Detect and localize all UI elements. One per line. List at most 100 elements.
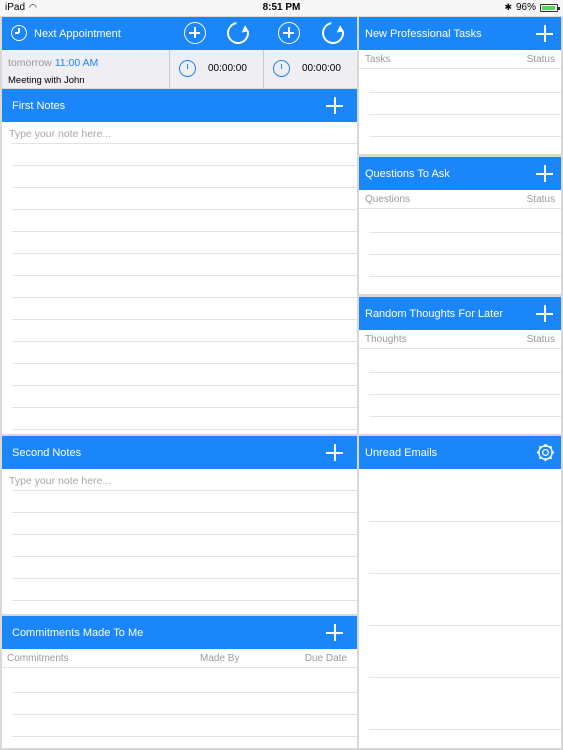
add-question-button[interactable] (536, 165, 553, 182)
questions-header: Questions To Ask (359, 157, 561, 190)
stopwatch-icon (179, 60, 196, 77)
add-task-button[interactable] (536, 25, 553, 42)
second-notes-header: Second Notes (2, 436, 357, 469)
commitments-header: Commitments Made To Me (2, 616, 357, 649)
professional-tasks-title: New Professional Tasks (365, 28, 482, 40)
row-line (369, 254, 561, 255)
row-line (369, 573, 561, 574)
row-line (12, 600, 357, 601)
row-line (12, 490, 357, 491)
row-line (369, 276, 561, 277)
second-notes-input[interactable]: Type your note here... (9, 475, 111, 487)
professional-tasks-header: New Professional Tasks (359, 17, 561, 50)
row-line (12, 556, 357, 557)
clock-icon (11, 25, 27, 41)
row-line (12, 429, 357, 430)
first-notes-input[interactable]: Type your note here... (9, 128, 111, 140)
questions-panel: Questions To Ask Questions Status (359, 157, 561, 294)
row-line (369, 416, 561, 417)
add-first-note-button[interactable] (326, 97, 343, 114)
row-line (12, 407, 357, 408)
questions-title: Questions To Ask (365, 168, 450, 180)
row-line (12, 578, 357, 579)
first-notes-panel: First Notes Type your note here... (2, 89, 357, 434)
appointment-description: Meeting with John (8, 75, 85, 86)
first-notes-title: First Notes (12, 100, 66, 112)
row-line (12, 253, 357, 254)
row-line (369, 114, 561, 115)
tasks-column: Tasks (365, 54, 391, 65)
status-column: Status (526, 54, 555, 65)
gear-icon[interactable] (536, 443, 555, 462)
emails-header: Unread Emails (359, 436, 561, 469)
first-notes-header: First Notes (2, 89, 357, 122)
row-line (12, 736, 357, 737)
appointment-day: tomorrow (8, 57, 52, 69)
row-line (369, 677, 561, 678)
add-commitment-button[interactable] (326, 624, 343, 641)
row-line (12, 363, 357, 364)
row-line (12, 319, 357, 320)
stopwatch-value: 00:00:00 (208, 63, 247, 74)
refresh-timer-button[interactable] (317, 17, 349, 49)
row-line (369, 232, 561, 233)
appointment-title: Next Appointment (34, 28, 121, 40)
thoughts-panel: Random Thoughts For Later Thoughts Statu… (359, 297, 561, 434)
row-line (12, 231, 357, 232)
status-column: Status (526, 194, 555, 205)
row-line (12, 209, 357, 210)
row-line (12, 341, 357, 342)
battery-icon (540, 3, 560, 12)
stopwatch-timer[interactable]: 00:00:00 (169, 50, 263, 88)
questions-column-header: Questions Status (359, 191, 561, 209)
row-line (369, 92, 561, 93)
thoughts-title: Random Thoughts For Later (365, 308, 503, 320)
commitments-title: Commitments Made To Me (12, 627, 144, 639)
status-bar: iPad ◠ 8:51 PM ✱ 96% (0, 0, 563, 16)
second-notes-panel: Second Notes Type your note here... (2, 436, 357, 614)
tasks-column-header: Tasks Status (359, 51, 561, 69)
commitments-column-header: Commitments Made By Due Date (2, 650, 357, 668)
unread-emails-panel: Unread Emails (359, 436, 561, 748)
thoughts-column-header: Thoughts Status (359, 331, 561, 349)
row-line (12, 534, 357, 535)
add-appointment-button[interactable] (184, 22, 206, 44)
row-line (12, 714, 357, 715)
row-line (369, 521, 561, 522)
appointment-header: Next Appointment (2, 17, 357, 50)
appointment-time: 11:00 AM (54, 57, 99, 69)
countdown-timer[interactable]: 00:00:00 (263, 50, 357, 88)
due-date-column: Due Date (304, 653, 347, 664)
countdown-icon (273, 60, 290, 77)
row-line (369, 136, 561, 137)
countdown-value: 00:00:00 (302, 63, 341, 74)
row-line (369, 394, 561, 395)
row-line (369, 625, 561, 626)
add-thought-button[interactable] (536, 305, 553, 322)
professional-tasks-panel: New Professional Tasks Tasks Status (359, 17, 561, 154)
row-line (12, 143, 357, 144)
made-by-column: Made By (200, 653, 240, 664)
emails-title: Unread Emails (365, 447, 438, 459)
row-line (12, 187, 357, 188)
refresh-appointment-button[interactable] (222, 17, 254, 49)
next-appointment-panel: Next Appointment tomorrow 11:00 AM Meeti… (2, 17, 357, 88)
commitments-column: Commitments (7, 653, 69, 664)
second-notes-title: Second Notes (12, 447, 82, 459)
add-second-note-button[interactable] (326, 444, 343, 461)
row-line (369, 372, 561, 373)
bluetooth-icon: ✱ (504, 2, 512, 12)
appointment-info[interactable]: tomorrow 11:00 AM Meeting with John (2, 50, 169, 88)
appointment-details[interactable]: tomorrow 11:00 AM Meeting with John 00:0… (2, 50, 357, 88)
status-column: Status (526, 334, 555, 345)
battery-percent: 96% (515, 2, 536, 13)
battery-level (542, 5, 555, 10)
row-line (369, 729, 561, 730)
row-line (12, 297, 357, 298)
row-line (12, 692, 357, 693)
thoughts-column: Thoughts (365, 334, 407, 345)
row-line (12, 512, 357, 513)
row-line (12, 165, 357, 166)
status-time: 8:51 PM (262, 2, 301, 13)
add-timer-button[interactable] (278, 22, 300, 44)
